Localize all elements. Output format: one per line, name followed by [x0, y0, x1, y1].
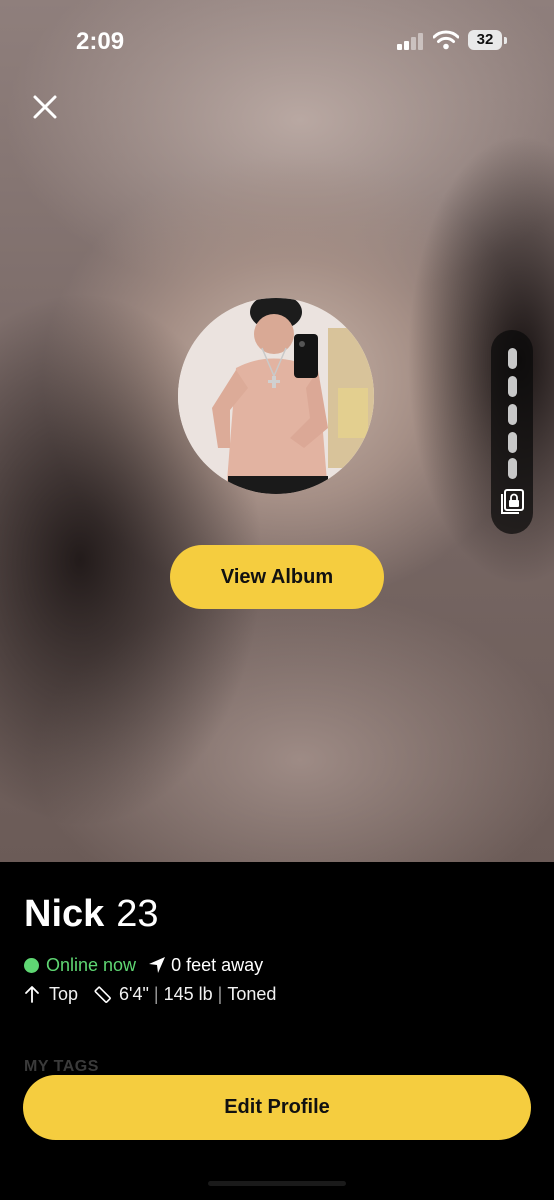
avatar-photo [178, 298, 374, 494]
battery-tip [504, 37, 507, 44]
status-time: 2:09 [76, 28, 125, 55]
view-album-button[interactable]: View Album [170, 545, 384, 609]
online-status: Online now [46, 954, 137, 975]
battery-indicator: 32 [468, 30, 502, 50]
cellular-signal-icon [397, 32, 427, 50]
arrow-up-icon [25, 986, 39, 1003]
online-indicator-icon [24, 957, 39, 973]
status-bar: 2:09 32 [0, 0, 554, 84]
edit-profile-button[interactable]: Edit Profile [23, 1075, 531, 1140]
stats-row: Top 6'4" | 145 lb | Toned [24, 982, 276, 1006]
photo-indicator-dot[interactable] [508, 404, 517, 425]
photo-gallery-indicator[interactable] [491, 330, 533, 534]
separator: | [153, 983, 159, 1004]
separator: | [217, 983, 223, 1004]
body-type-text: Toned [227, 983, 277, 1004]
close-icon [33, 95, 57, 119]
distance-text: 0 feet away [171, 954, 264, 975]
photo-indicator-dot[interactable] [508, 432, 517, 453]
position-text: Top [49, 983, 79, 1004]
profile-name: Nick [24, 893, 105, 935]
home-indicator[interactable] [208, 1181, 346, 1186]
tags-section-heading: MY TAGS [24, 1058, 99, 1075]
location-arrow-icon [149, 957, 166, 973]
photo-indicator-dot[interactable] [508, 348, 517, 369]
photo-indicator-dot[interactable] [508, 376, 517, 397]
profile-age: 23 [116, 893, 159, 935]
status-row: Online now 0 feet away [24, 953, 263, 977]
ruler-icon [94, 986, 111, 1003]
profile-avatar[interactable] [178, 298, 374, 494]
weight-text: 145 lb [163, 983, 213, 1004]
height-text: 6'4" [119, 983, 149, 1004]
name-age-row: Nick 23 [24, 892, 159, 936]
close-button[interactable] [26, 88, 64, 126]
photo-indicator-dot[interactable] [508, 458, 517, 479]
wifi-icon [433, 30, 459, 50]
locked-album-icon[interactable] [500, 487, 526, 515]
